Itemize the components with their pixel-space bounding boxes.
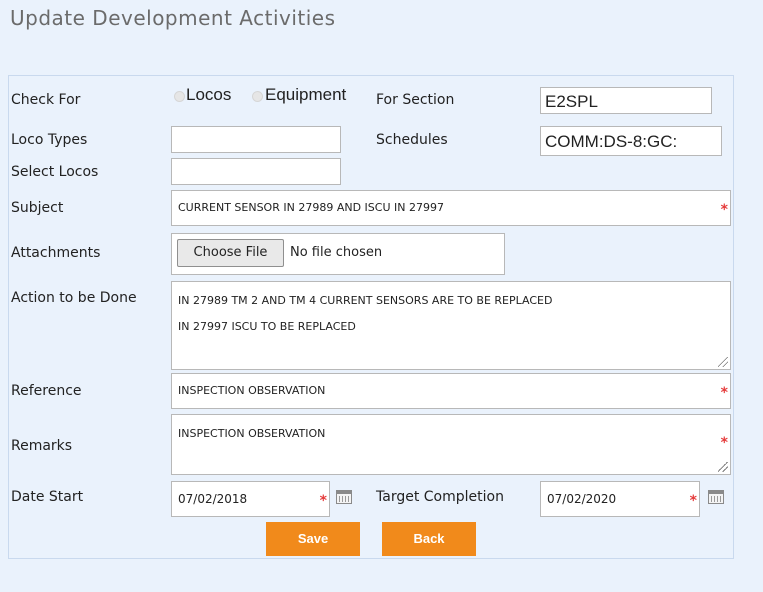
select-locos-input[interactable] [171,158,341,185]
no-file-chosen-text: No file chosen [290,245,383,260]
calendar-icon[interactable] [708,490,724,504]
resize-handle-icon[interactable] [718,357,728,367]
loco-types-label: Loco Types [11,132,88,148]
date-start-required-marker: * [319,493,327,509]
for-section-input[interactable]: E2SPL [540,87,712,114]
radio-equipment[interactable] [252,91,263,102]
loco-types-input[interactable] [171,126,341,153]
subject-value: CURRENT SENSOR IN 27989 AND ISCU IN 2799… [178,201,444,214]
attachments-field: Choose File No file chosen [171,233,505,275]
choose-file-button[interactable]: Choose File [177,239,284,267]
reference-value: INSPECTION OBSERVATION [178,384,326,397]
radio-equipment-label: Equipment [265,85,347,104]
subject-label: Subject [11,200,64,216]
schedules-input[interactable]: COMM:DS-8:GC: [540,126,722,156]
save-button[interactable]: Save [266,522,360,556]
radio-locos[interactable] [174,91,185,102]
action-textarea[interactable]: IN 27989 TM 2 AND TM 4 CURRENT SENSORS A… [171,281,731,370]
action-line-1: IN 27989 TM 2 AND TM 4 CURRENT SENSORS A… [178,294,553,307]
target-completion-input[interactable]: 07/02/2020 * [540,481,700,517]
target-completion-label: Target Completion [376,489,504,505]
remarks-required-marker: * [720,435,728,451]
schedules-value: COMM:DS-8:GC: [545,132,678,151]
page-title: Update Development Activities [10,6,336,30]
for-section-label: For Section [376,92,455,108]
back-button[interactable]: Back [382,522,476,556]
schedules-label: Schedules [376,132,448,148]
action-line-2: IN 27997 ISCU TO BE REPLACED [178,320,356,333]
date-start-value: 07/02/2018 [178,492,248,506]
date-start-input[interactable]: 07/02/2018 * [171,481,330,517]
remarks-label: Remarks [11,438,73,454]
remarks-value: INSPECTION OBSERVATION [178,427,326,440]
reference-label: Reference [11,383,82,399]
remarks-textarea[interactable]: INSPECTION OBSERVATION * [171,414,731,475]
subject-input[interactable]: CURRENT SENSOR IN 27989 AND ISCU IN 2799… [171,190,731,226]
check-for-label: Check For [11,92,81,108]
reference-input[interactable]: INSPECTION OBSERVATION * [171,373,731,409]
date-start-label: Date Start [11,489,84,505]
action-label: Action to be Done [11,290,137,306]
radio-locos-label: Locos [186,85,232,104]
target-completion-required-marker: * [689,493,697,509]
reference-required-marker: * [720,385,728,401]
for-section-value: E2SPL [545,92,598,111]
attachments-label: Attachments [11,245,101,261]
target-completion-value: 07/02/2020 [547,492,617,506]
calendar-icon[interactable] [336,490,352,504]
select-locos-label: Select Locos [11,164,99,180]
resize-handle-icon[interactable] [718,462,728,472]
subject-required-marker: * [720,202,728,218]
